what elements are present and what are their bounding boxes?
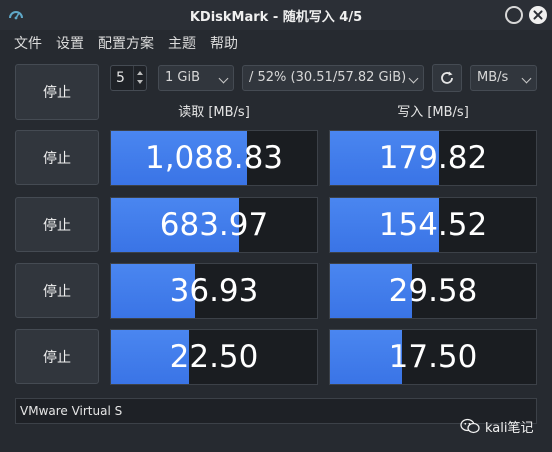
device-info-field[interactable]: VMware Virtual S [15,398,537,424]
write-value-2: 154.52 [378,207,488,243]
menu-theme[interactable]: 主题 [168,33,196,53]
watermark-text: kali笔记 [485,420,534,436]
write-result-3: 29.58 [329,263,537,319]
title-bar: KDiskMark - 随机写入 4/5 [0,0,552,30]
close-button[interactable] [529,6,547,24]
runs-value: 5 [116,70,125,86]
read-value-4: 22.50 [169,339,259,375]
kdiskmark-window: KDiskMark - 随机写入 4/5 文件 设置 配置方案 主题 帮助 停止… [0,0,552,452]
stop-button-seq1m-q8[interactable]: 停止 [15,130,99,185]
menu-settings[interactable]: 设置 [56,33,84,53]
chevron-down-icon [218,73,229,84]
stop-button-rnd4k-q32[interactable]: 停止 [15,263,99,318]
write-result-2: 154.52 [329,197,537,253]
read-header: 读取 [MB/s] [178,105,250,120]
write-value-3: 29.58 [388,273,478,309]
size-value: 1 GiB [165,70,201,85]
window-title: KDiskMark - 随机写入 4/5 [189,10,363,25]
refresh-button[interactable] [432,64,462,92]
write-result-4: 17.50 [329,329,537,385]
write-value-1: 179.82 [378,140,488,176]
read-result-2: 683.97 [110,197,318,253]
unit-select[interactable]: MB/s [470,65,537,91]
device-name: VMware Virtual S [20,404,123,418]
read-value-2: 683.97 [159,207,269,243]
drive-value: / 52% (30.51/57.82 GiB) [249,70,407,85]
read-result-3: 36.93 [110,263,318,319]
spin-down-icon[interactable] [137,80,143,84]
runs-spinbox[interactable]: 5 [110,65,147,91]
write-header: 写入 [MB/s] [397,105,469,120]
menu-help[interactable]: 帮助 [210,33,238,53]
spin-arrows[interactable] [133,66,146,90]
spin-up-icon[interactable] [137,71,143,75]
menu-bar: 文件 设置 配置方案 主题 帮助 [0,30,552,54]
drive-select[interactable]: / 52% (30.51/57.82 GiB) [242,65,424,91]
wechat-icon [460,418,480,434]
read-result-1: 1,088.83 [110,130,318,186]
unit-value: MB/s [477,70,509,85]
read-value-3: 36.93 [169,273,259,309]
minimize-button[interactable] [505,6,523,24]
stop-button-rnd4k-q1[interactable]: 停止 [15,329,99,384]
stop-all-button[interactable]: 停止 [15,64,99,120]
chevron-down-icon [521,73,532,84]
stop-button-seq1m-q1[interactable]: 停止 [15,197,99,252]
refresh-icon [441,71,453,84]
write-value-4: 17.50 [388,339,478,375]
menu-profiles[interactable]: 配置方案 [98,33,154,53]
size-select[interactable]: 1 GiB [158,65,234,91]
read-result-4: 22.50 [110,329,318,385]
watermark: kali笔记 [460,416,534,436]
menu-file[interactable]: 文件 [14,33,42,53]
chevron-down-icon [408,73,419,84]
write-result-1: 179.82 [329,130,537,186]
read-value-1: 1,088.83 [144,140,284,176]
